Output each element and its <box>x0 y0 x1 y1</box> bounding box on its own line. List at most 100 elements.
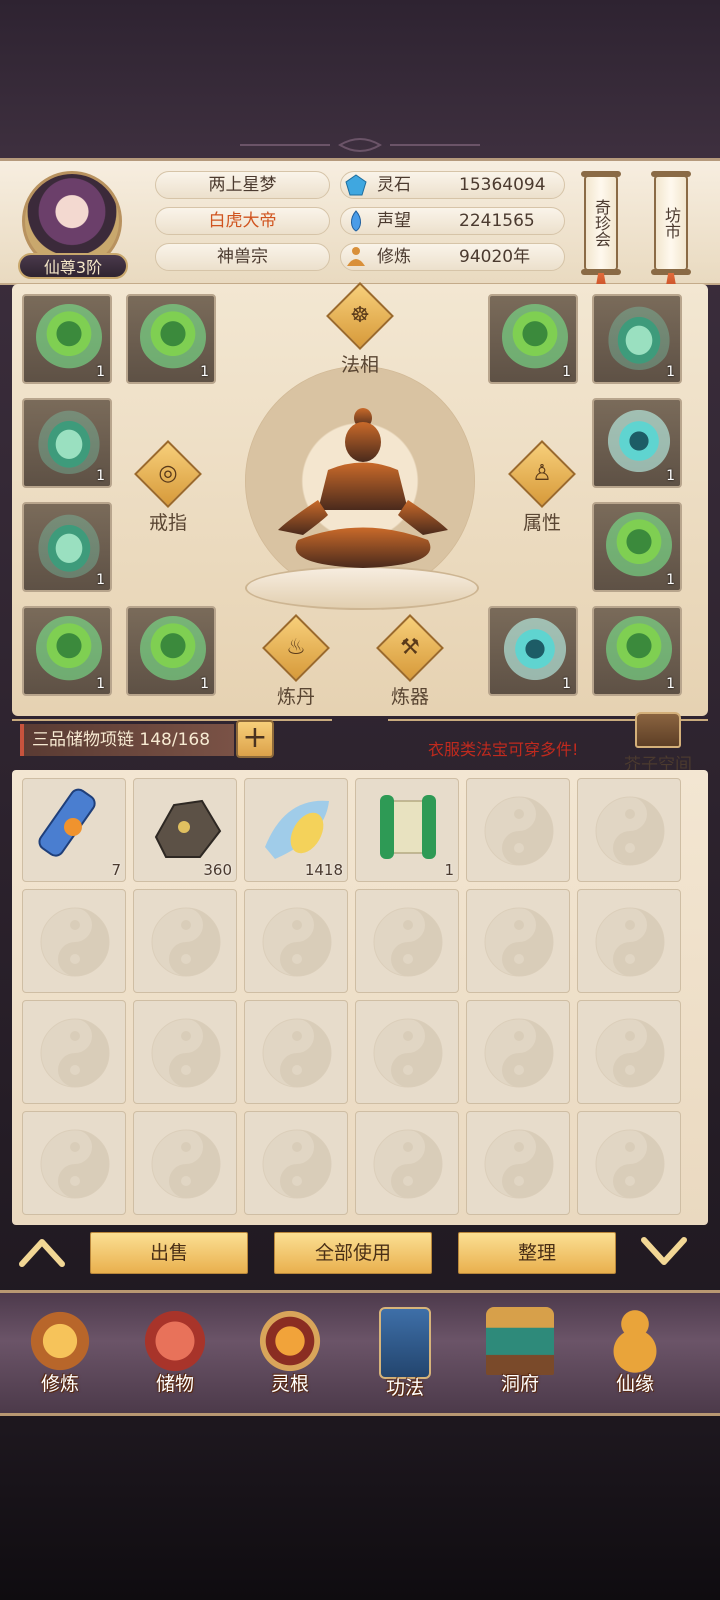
inventory-slot-item[interactable]: 1418 <box>244 778 348 882</box>
yin-yang-placeholder-icon <box>151 1129 221 1199</box>
yin-yang-placeholder-icon <box>40 1018 110 1088</box>
inventory-slot-item[interactable]: 1 <box>355 778 459 882</box>
inventory-slot-empty[interactable] <box>244 1000 348 1104</box>
sell-button[interactable]: 出售 <box>90 1232 248 1274</box>
equip-slot-left-1[interactable]: 1 <box>22 294 112 384</box>
equip-slot-right-6[interactable]: 1 <box>592 606 682 696</box>
wear-hint: 衣服类法宝可穿多件! <box>428 740 579 759</box>
page-up-arrow-icon[interactable] <box>18 1234 66 1270</box>
equip-slot-left-2[interactable]: 1 <box>126 294 216 384</box>
equip-slot-left-5[interactable]: 1 <box>22 606 112 696</box>
rank-badge: 仙尊3阶 <box>18 253 128 279</box>
expand-bag-button[interactable]: + <box>236 720 274 758</box>
ring-icon: ◎ <box>134 440 202 508</box>
player-name: 两上星梦 <box>155 171 330 199</box>
inventory-slot-empty[interactable] <box>355 1000 459 1104</box>
meditating-figure-icon <box>278 408 448 568</box>
section-divider <box>12 719 708 721</box>
yin-yang-placeholder-icon <box>484 907 554 977</box>
item-count: 1 <box>666 572 675 588</box>
item-count: 1 <box>666 676 675 692</box>
treasure-chest-icon <box>635 712 681 748</box>
equip-slot-left-4[interactable]: 1 <box>22 502 112 592</box>
inventory-slot-empty[interactable] <box>133 1000 237 1104</box>
player-title: 白虎大帝 <box>155 207 330 235</box>
yin-yang-placeholder-icon <box>595 1018 665 1088</box>
faxiang-button[interactable]: ☸ 法相 <box>312 282 408 377</box>
yin-yang-placeholder-icon <box>262 1129 332 1199</box>
attributes-label: 属性 <box>522 512 561 534</box>
cultivation-icon <box>347 247 365 266</box>
equip-slot-right-5[interactable]: 1 <box>488 606 578 696</box>
equip-slot-right-4[interactable]: 1 <box>592 502 682 592</box>
inventory-slot-empty[interactable] <box>22 889 126 993</box>
inventory-slot-empty[interactable] <box>466 1111 570 1215</box>
inventory-slot-empty[interactable] <box>466 889 570 993</box>
equip-slot-left-6[interactable]: 1 <box>126 606 216 696</box>
item-count: 1 <box>200 364 209 380</box>
inventory-slot-empty[interactable] <box>355 1111 459 1215</box>
inventory-slot-empty[interactable] <box>133 889 237 993</box>
inventory-slot-empty[interactable] <box>244 1111 348 1215</box>
forging-button[interactable]: ⚒ 炼器 <box>362 614 458 709</box>
inventory-slot-empty[interactable] <box>22 1000 126 1104</box>
inventory-slot-empty[interactable] <box>466 778 570 882</box>
use-all-button[interactable]: 全部使用 <box>274 1232 432 1274</box>
yin-yang-placeholder-icon <box>373 907 443 977</box>
market-button[interactable]: 坊市 <box>651 171 691 275</box>
inventory-slot-empty[interactable] <box>577 1111 681 1215</box>
robe-jade-icon <box>36 512 102 578</box>
inventory-slot-item[interactable]: 360 <box>133 778 237 882</box>
inventory-slot-empty[interactable] <box>22 1111 126 1215</box>
item-count: 1 <box>562 676 571 692</box>
equip-slot-right-3[interactable]: 1 <box>592 398 682 488</box>
spirit-stone-icon <box>345 174 367 196</box>
item-count: 1 <box>562 364 571 380</box>
nav-storage[interactable]: 储物 <box>125 1303 225 1413</box>
stat-value: 15364094 <box>459 175 546 195</box>
nav-spirit-root[interactable]: 灵根 <box>240 1303 340 1413</box>
sort-button[interactable]: 整理 <box>458 1232 616 1274</box>
robe-cyan-icon <box>502 616 568 682</box>
treasure-fair-button[interactable]: 奇珍会 <box>581 171 621 275</box>
spirit-root-icon <box>256 1307 324 1375</box>
robe-green-icon <box>140 304 206 370</box>
inventory-slot-empty[interactable] <box>577 778 681 882</box>
page-down-arrow-icon[interactable] <box>640 1234 688 1270</box>
stat-value: 2241565 <box>459 211 535 231</box>
prestige-icon <box>351 210 361 232</box>
yin-yang-placeholder-icon <box>373 1129 443 1199</box>
stat-label: 灵石 <box>377 175 411 195</box>
attributes-button[interactable]: ♙ 属性 <box>494 440 590 535</box>
inventory-slot-empty[interactable] <box>355 889 459 993</box>
inventory-slot-empty[interactable] <box>466 1000 570 1104</box>
crystal-icon <box>265 800 329 859</box>
equip-slot-left-3[interactable]: 1 <box>22 398 112 488</box>
inventory-slot-item[interactable]: 7 <box>22 778 126 882</box>
equip-slot-right-1[interactable]: 1 <box>488 294 578 384</box>
nav-cultivate[interactable]: 修炼 <box>10 1303 110 1413</box>
item-count: 1418 <box>304 861 343 879</box>
blue-scroll-icon <box>38 788 96 857</box>
inventory-slot-empty[interactable] <box>133 1111 237 1215</box>
pedestal <box>245 566 479 610</box>
inventory-slot-empty[interactable] <box>577 889 681 993</box>
item-count: 1 <box>666 468 675 484</box>
robe-green-icon <box>36 616 102 682</box>
alchemy-button[interactable]: ♨ 炼丹 <box>248 614 344 709</box>
nav-label: 仙缘 <box>615 1373 654 1395</box>
nav-cave[interactable]: 洞府 <box>470 1303 570 1413</box>
mustard-space-button[interactable]: 芥子空间 <box>620 712 696 775</box>
yin-yang-placeholder-icon <box>262 907 332 977</box>
storage-bag-icon <box>141 1307 209 1375</box>
nav-fate[interactable]: 仙缘 <box>585 1303 685 1413</box>
equip-slot-right-2[interactable]: 1 <box>592 294 682 384</box>
yin-yang-placeholder-icon <box>595 907 665 977</box>
inventory-slot-empty[interactable] <box>577 1000 681 1104</box>
item-count: 1 <box>444 861 454 879</box>
nav-technique[interactable]: 功法 <box>355 1303 455 1413</box>
inventory-slot-empty[interactable] <box>244 889 348 993</box>
item-count: 7 <box>111 861 121 879</box>
yin-yang-placeholder-icon <box>151 1018 221 1088</box>
ring-button[interactable]: ◎ 戒指 <box>120 440 216 535</box>
